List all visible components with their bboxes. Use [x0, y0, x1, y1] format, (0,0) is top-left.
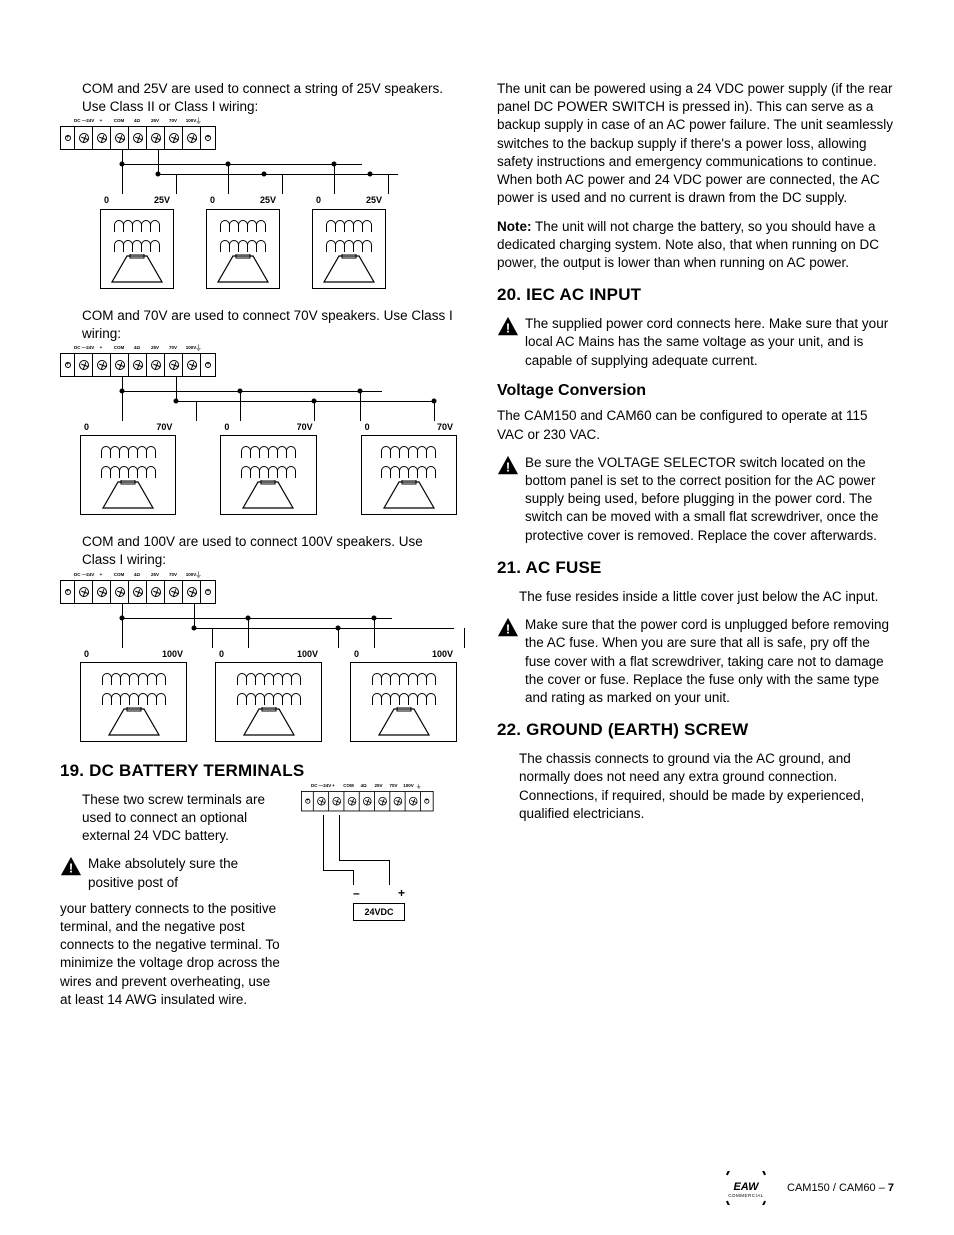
heading-22: 22. GROUND (EARTH) SCREW: [497, 719, 894, 742]
svg-text:!: !: [506, 321, 510, 336]
page-footer: EAW COMMERCIAL CAM150 / CAM60 – 7: [723, 1171, 894, 1205]
battery-warning-cont: your battery connects to the positive te…: [60, 900, 283, 1009]
warning-fuse: ! Make sure that the power cord is unplu…: [497, 616, 894, 707]
battery-intro: These two screw terminals are used to co…: [60, 791, 283, 846]
svg-text:EAW: EAW: [733, 1181, 760, 1193]
battery-label: 24VDC: [353, 903, 405, 921]
heading-21: 21. AC FUSE: [497, 557, 894, 580]
page-number: CAM150 / CAM60 – 7: [787, 1181, 894, 1196]
heading-20: 20. IEC AC INPUT: [497, 284, 894, 307]
warning-icon: !: [497, 617, 519, 637]
svg-text:COMMERCIAL: COMMERCIAL: [728, 1193, 764, 1198]
heading-19: 19. DC BATTERY TERMINALS: [60, 760, 457, 783]
intro-100v: COM and 100V are used to connect 100V sp…: [60, 533, 457, 569]
vc-body: The CAM150 and CAM60 can be configured t…: [497, 407, 894, 443]
svg-text:!: !: [506, 459, 510, 474]
warning-icon: !: [497, 316, 519, 336]
diagram-25v: DC —24V + COM 4Ω 25V 70V 100V ⏚: [60, 126, 457, 288]
ground-body: The chassis connects to ground via the A…: [497, 750, 894, 823]
diagram-100v: DC —24V + COM 4Ω 25V 70V 100V ⏚: [60, 580, 457, 742]
fuse-body: The fuse resides inside a little cover j…: [497, 588, 894, 606]
dc-power-note: Note: The unit will not charge the batte…: [497, 218, 894, 273]
terminal-block: ⏚: [60, 126, 216, 150]
diagram-battery: DC —24V + COM 4Ω 25V 70V 100V: [301, 791, 457, 921]
warning-battery: ! Make absolutely sure the positive post…: [60, 855, 283, 891]
heading-voltage-conversion: Voltage Conversion: [497, 380, 894, 402]
intro-25v: COM and 25V are used to connect a string…: [60, 80, 457, 116]
warning-voltage: ! Be sure the VOLTAGE SELECTOR switch lo…: [497, 454, 894, 545]
intro-70v: COM and 70V are used to connect 70V spea…: [60, 307, 457, 343]
brand-logo: EAW COMMERCIAL: [723, 1171, 769, 1205]
warning-iec: ! The supplied power cord connects here.…: [497, 315, 894, 370]
warning-icon: !: [497, 455, 519, 475]
svg-text:!: !: [506, 622, 510, 637]
dc-power-intro: The unit can be powered using a 24 VDC p…: [497, 80, 894, 208]
svg-text:!: !: [69, 861, 73, 876]
diagram-70v: DC —24V + COM 4Ω 25V 70V 100V ⏚: [60, 353, 457, 515]
warning-icon: !: [60, 856, 82, 876]
